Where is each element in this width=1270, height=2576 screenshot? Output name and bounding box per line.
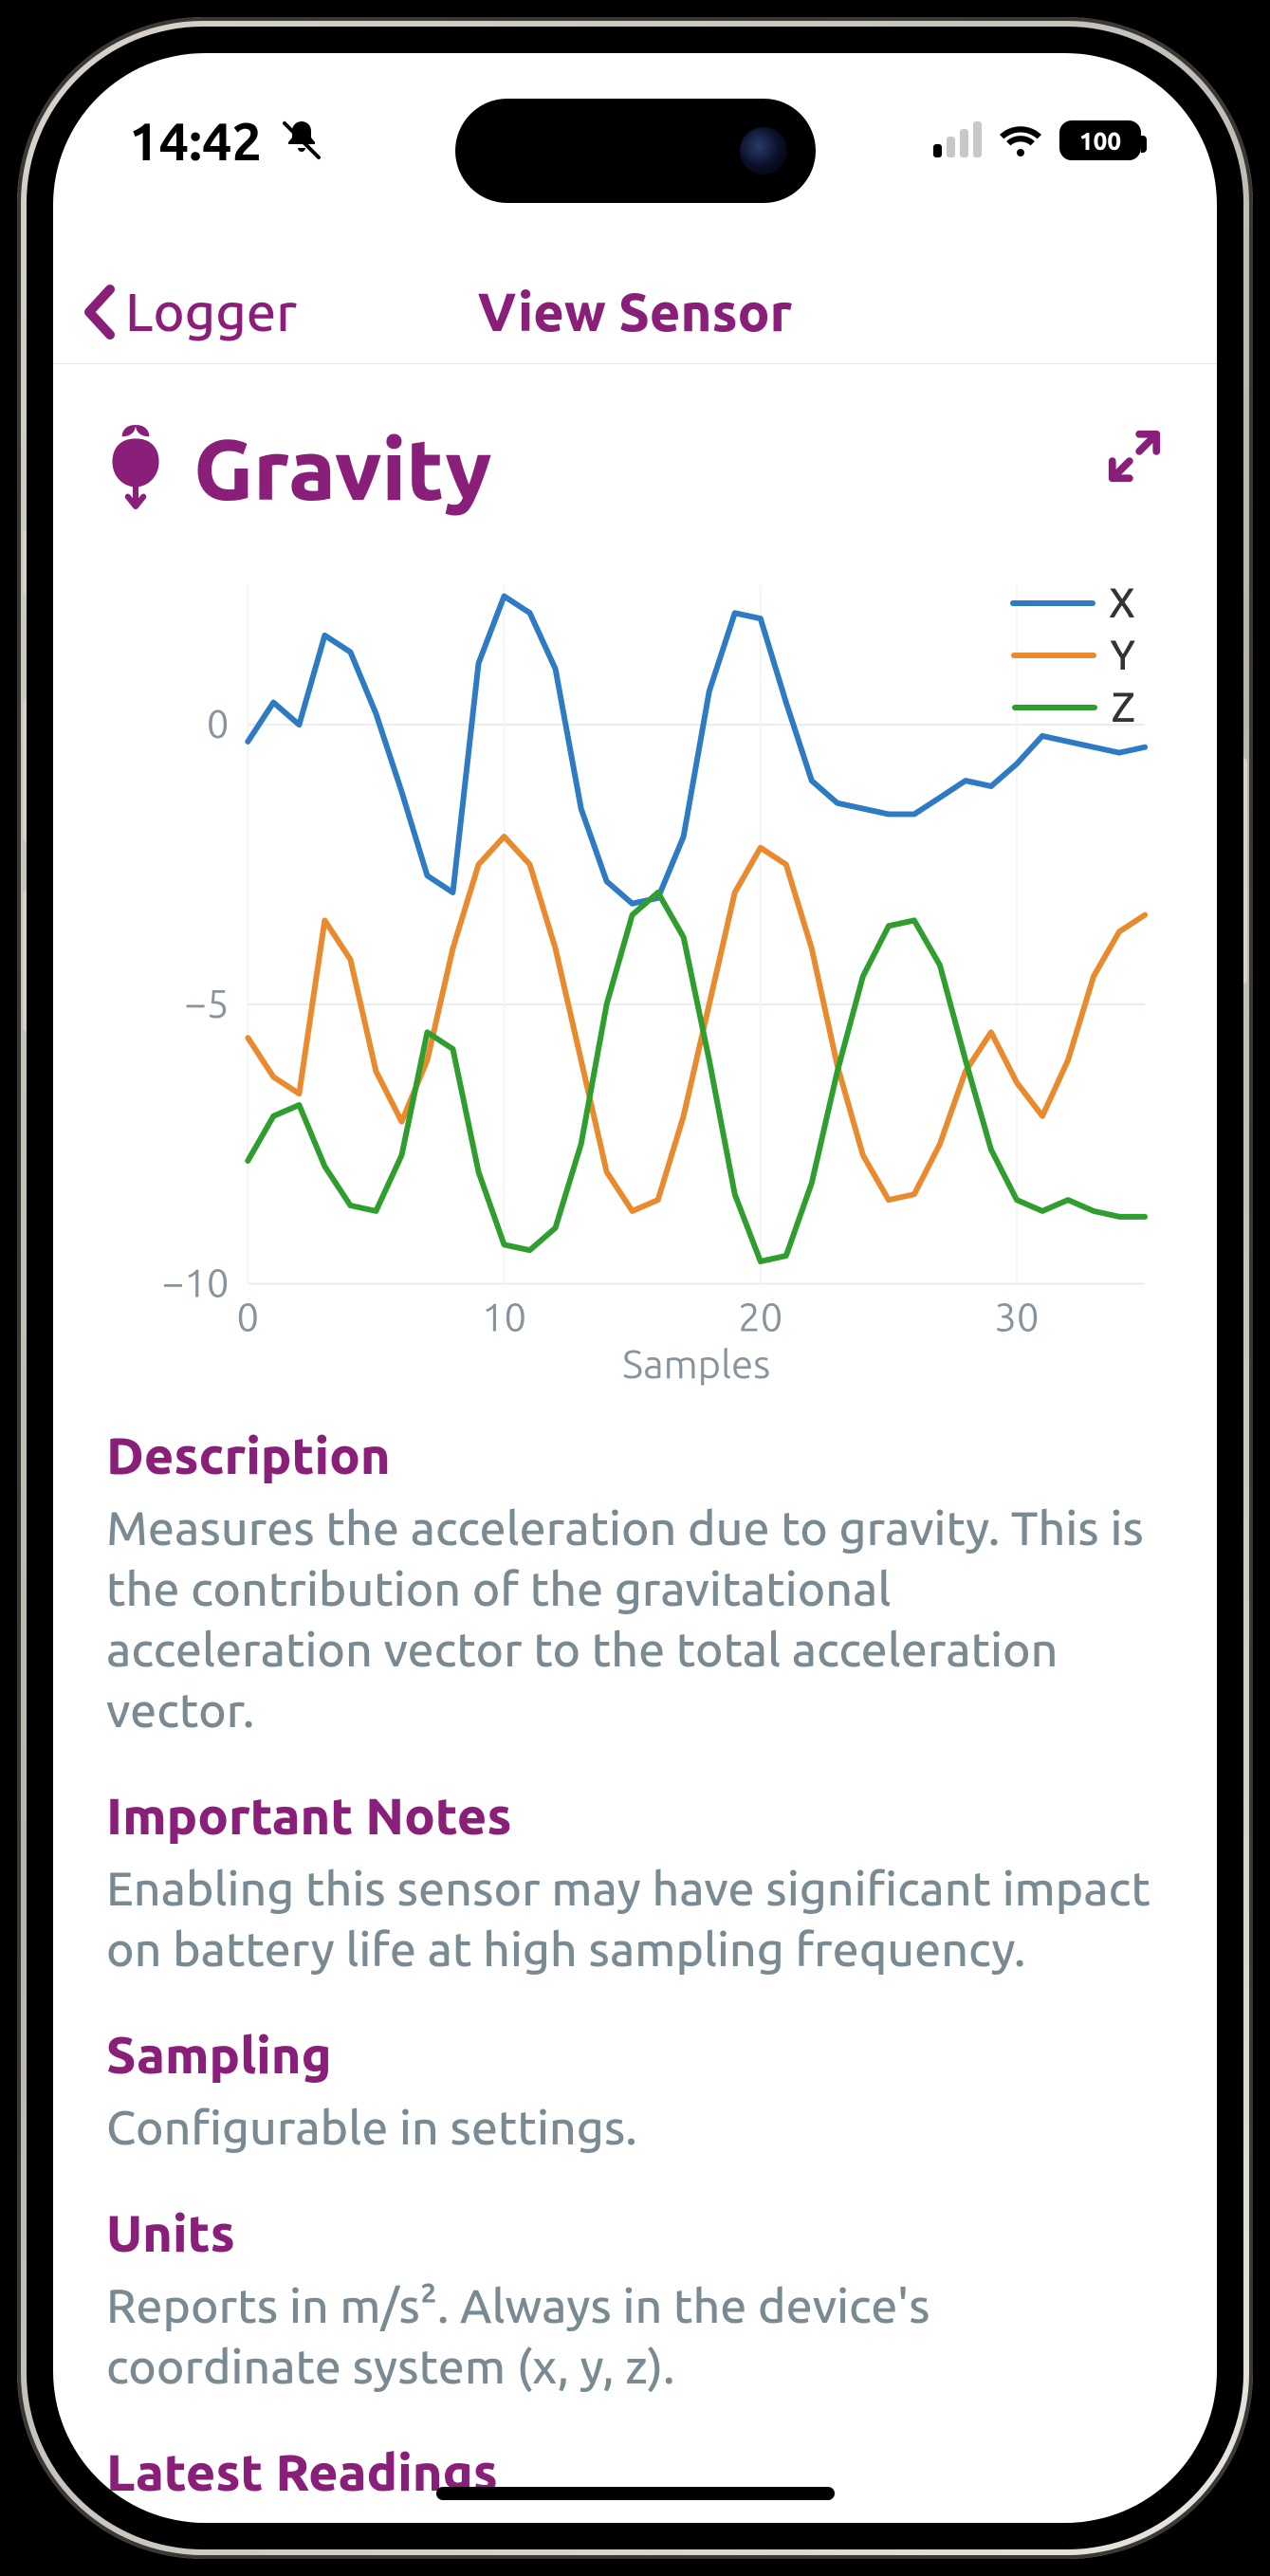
home-indicator[interactable] <box>436 2487 835 2500</box>
legend-item-y: Y <box>1010 632 1135 678</box>
section-sampling: Sampling Configurable in settings. <box>106 2027 1164 2158</box>
sensor-chart[interactable]: 0−5−100102030Samples X Y Z <box>106 555 1164 1389</box>
svg-text:−10: −10 <box>162 1260 230 1304</box>
section-body: Reports in m/s². Always in the device's … <box>106 2275 1164 2397</box>
legend-item-z: Z <box>1010 684 1135 730</box>
gravity-icon <box>106 425 165 514</box>
svg-text:20: 20 <box>738 1294 782 1338</box>
svg-text:−5: −5 <box>184 981 229 1025</box>
section-units: Units Reports in m/s². Always in the dev… <box>106 2205 1164 2397</box>
legend-swatch <box>1011 653 1096 658</box>
dynamic-island <box>455 99 816 203</box>
legend-label: Z <box>1111 684 1135 730</box>
content-scroll[interactable]: Gravity 0−5−100102030Samples <box>53 364 1217 2523</box>
section-latest: Latest Readings Live readings from this … <box>106 2444 1164 2523</box>
expand-button[interactable] <box>1105 427 1164 489</box>
section-body: Enabling this sensor may have significan… <box>106 1858 1164 1979</box>
svg-text:10: 10 <box>482 1294 526 1338</box>
sensor-header: Gravity <box>106 421 1164 517</box>
legend-label: X <box>1109 580 1135 626</box>
legend-swatch <box>1012 705 1097 710</box>
chevron-left-icon <box>82 284 120 340</box>
svg-text:30: 30 <box>994 1294 1039 1338</box>
svg-text:0: 0 <box>207 701 230 745</box>
back-button[interactable]: Logger <box>82 260 297 363</box>
cellular-signal-icon <box>933 123 982 157</box>
phone-bezel: 14:42 <box>27 27 1243 2549</box>
section-heading: Description <box>106 1427 1164 1484</box>
chart-legend: X Y Z <box>1010 580 1135 736</box>
sensor-title: Gravity <box>193 421 491 517</box>
battery-indicator: 100 <box>1059 120 1141 160</box>
section-description: Description Measures the acceleration du… <box>106 1427 1164 1740</box>
nav-title: View Sensor <box>478 282 793 341</box>
status-right: 100 <box>933 117 1141 160</box>
svg-text:0: 0 <box>237 1294 260 1338</box>
section-heading: Important Notes <box>106 1788 1164 1845</box>
expand-icon <box>1105 427 1164 486</box>
section-body: Measures the acceleration due to gravity… <box>106 1498 1164 1740</box>
section-heading: Units <box>106 2205 1164 2262</box>
battery-level: 100 <box>1079 127 1121 155</box>
navigation-bar: Logger View Sensor <box>53 260 1217 364</box>
section-notes: Important Notes Enabling this sensor may… <box>106 1788 1164 1979</box>
wifi-icon <box>997 121 1044 159</box>
section-body: Configurable in settings. <box>106 2097 1164 2158</box>
svg-text:Samples: Samples <box>622 1341 770 1386</box>
legend-swatch <box>1010 600 1095 606</box>
legend-label: Y <box>1110 632 1135 678</box>
status-left: 14:42 <box>129 107 324 171</box>
section-heading: Sampling <box>106 2027 1164 2084</box>
phone-frame: 14:42 <box>17 17 1253 2559</box>
back-label: Logger <box>125 282 297 341</box>
line-chart: 0−5−100102030Samples <box>106 555 1164 1389</box>
silent-mode-icon <box>279 118 324 163</box>
screen: 14:42 <box>53 53 1217 2523</box>
status-time: 14:42 <box>129 111 262 171</box>
legend-item-x: X <box>1010 580 1135 626</box>
front-camera <box>740 127 787 175</box>
section-body: Live readings from this sensor are shown… <box>106 2514 1164 2523</box>
